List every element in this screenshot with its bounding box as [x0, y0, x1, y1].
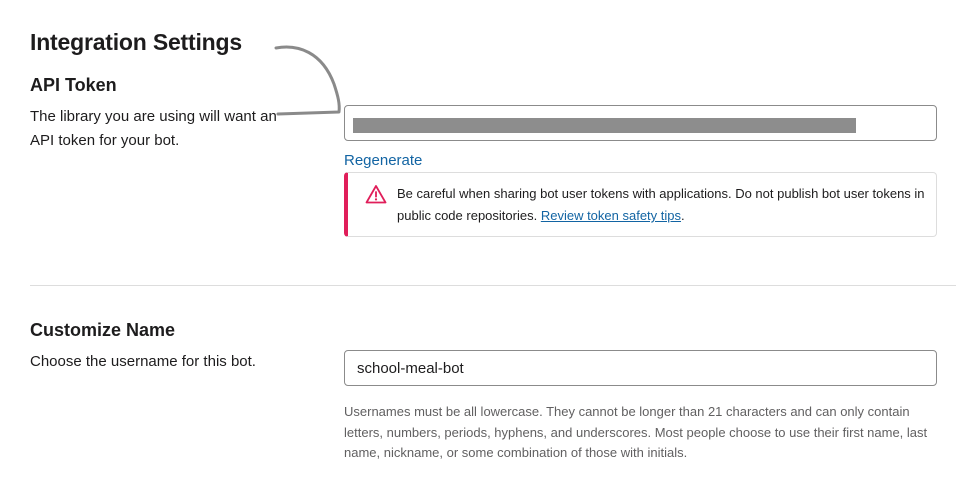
review-token-safety-link[interactable]: Review token safety tips	[541, 208, 681, 223]
api-token-field[interactable]	[344, 105, 937, 141]
username-input[interactable]	[344, 350, 937, 386]
username-help-text: Usernames must be all lowercase. They ca…	[344, 404, 928, 460]
page-title: Integration Settings	[30, 29, 242, 55]
api-token-description: The library you are using will want an A…	[30, 108, 277, 149]
regenerate-link[interactable]: Regenerate	[344, 152, 422, 169]
customize-name-title: Customize Name	[30, 320, 176, 340]
section-divider	[30, 285, 956, 286]
api-token-title: API Token	[30, 75, 117, 95]
token-warning-banner: Be careful when sharing bot user tokens …	[344, 172, 937, 237]
token-redaction-bar	[353, 118, 856, 133]
warning-message: Be careful when sharing bot user tokens …	[397, 183, 927, 227]
warning-triangle-icon	[365, 185, 387, 204]
integration-settings-page: Integration Settings API Token The libra…	[0, 0, 970, 493]
customize-name-description: Choose the username for this bot.	[30, 353, 256, 370]
warning-trailing: .	[681, 208, 685, 223]
